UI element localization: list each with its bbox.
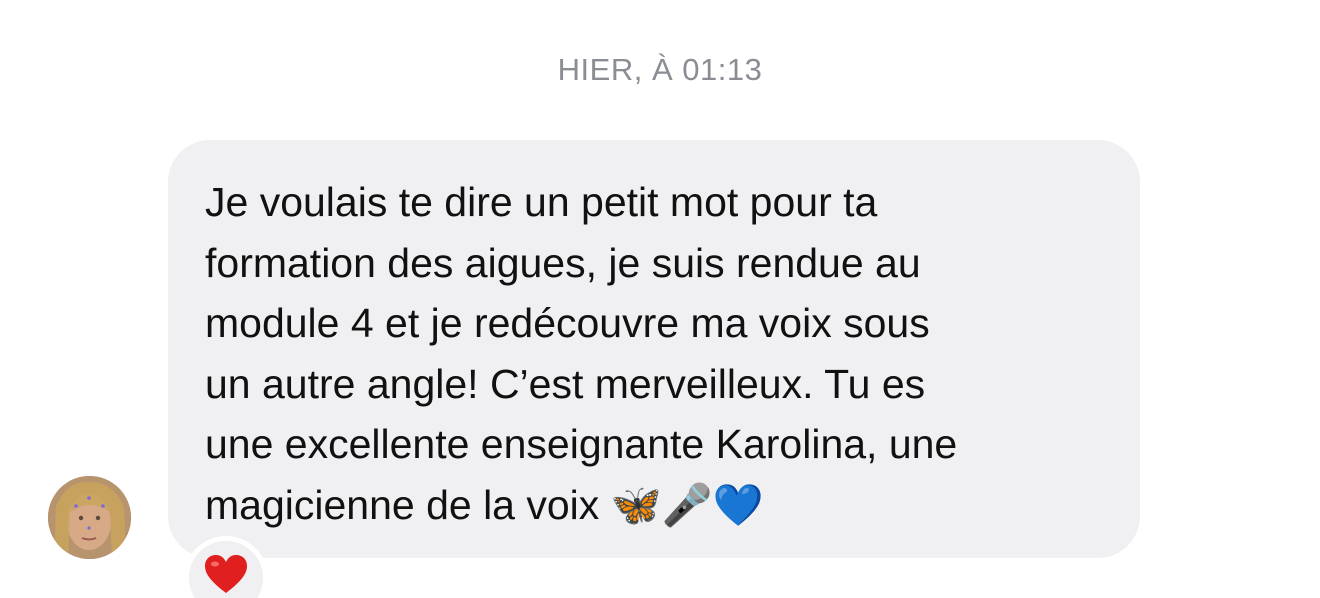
message-line: formation des aigues, je suis rendue au [205,239,921,286]
message-text: Je voulais te dire un petit mot pour ta … [205,172,1100,535]
message-line: magicienne de la voix 🦋🎤💙 [205,481,764,528]
chat-thread: HIER, À 01:13 Je voulais te dire un peti… [0,0,1320,598]
message-line: un autre angle! C’est merveilleux. Tu es [205,360,926,407]
message-line: Je voulais te dire un petit mot pour ta [205,179,878,225]
sender-avatar[interactable] [48,476,131,559]
message-line: module 4 et je redécouvre ma voix sous [205,300,930,346]
avatar-photo [48,476,131,559]
message-line: une excellente enseignante Karolina, une [205,421,958,467]
red-heart-icon [205,555,247,593]
message-bubble[interactable]: Je voulais te dire un petit mot pour ta … [168,140,1140,558]
message-timestamp: HIER, À 01:13 [557,52,763,87]
